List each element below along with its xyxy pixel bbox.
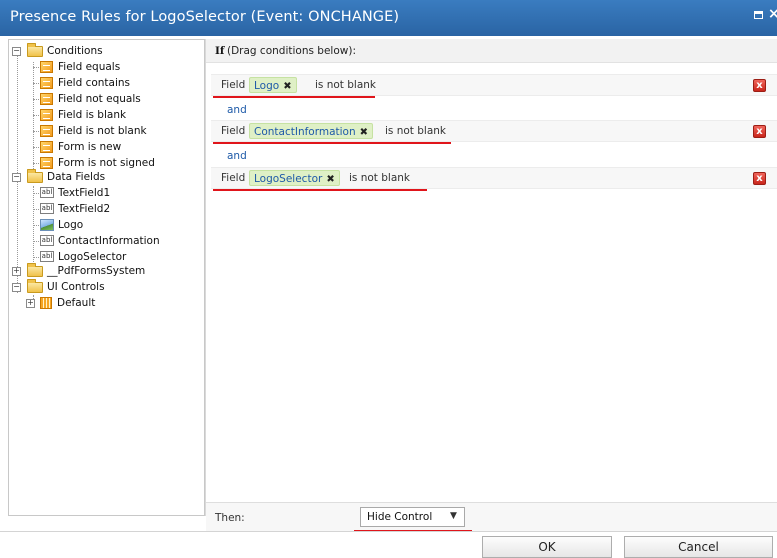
condition-icon	[40, 61, 53, 73]
maximize-icon[interactable]	[754, 11, 763, 19]
then-action-select[interactable]: Hide Control ▼	[360, 507, 465, 527]
text-field-icon: abl	[40, 203, 54, 214]
if-keyword: If	[215, 45, 225, 57]
condition-text: is not blank	[385, 125, 447, 137]
tree-label: TextField1	[58, 187, 111, 199]
tree-label: Data Fields	[47, 171, 106, 183]
and-connector: and	[227, 104, 247, 116]
collapse-icon[interactable]: −	[12, 283, 21, 292]
then-label: Then:	[215, 512, 245, 524]
tree-label: Field equals	[58, 61, 121, 73]
tree-item-logo[interactable]: Logo	[31, 217, 201, 233]
then-action-value: Hide Control	[367, 511, 433, 523]
collapse-icon[interactable]: −	[12, 173, 21, 182]
tree-label: Logo	[58, 219, 84, 231]
tree-node-data-fields[interactable]: − Data Fields	[12, 169, 202, 185]
delete-condition-icon[interactable]: x	[753, 172, 766, 185]
expand-icon[interactable]: +	[12, 267, 21, 276]
remove-field-icon[interactable]: ✖	[326, 174, 334, 185]
tree-item-contactinformation[interactable]: abl ContactInformation	[31, 233, 201, 249]
field-label: Field	[221, 172, 246, 184]
highlight-underline	[213, 189, 427, 191]
control-group-icon	[40, 297, 52, 309]
tree-label: UI Controls	[47, 281, 105, 293]
ok-button[interactable]: OK	[482, 536, 612, 558]
condition-text: is not blank	[349, 172, 411, 184]
remove-field-icon[interactable]: ✖	[283, 81, 291, 92]
tree-item-form-is-new[interactable]: Form is new	[31, 139, 201, 155]
field-chip-logoselector[interactable]: LogoSelector ✖	[249, 170, 340, 186]
tree-label: Form is new	[58, 141, 122, 153]
tree-label: Default	[57, 297, 96, 309]
rule-condition-row[interactable]: Field LogoSelector ✖ is not blank x	[211, 167, 777, 189]
if-header: If (Drag conditions below):	[206, 39, 777, 63]
condition-icon	[40, 93, 53, 105]
condition-icon	[40, 141, 53, 153]
then-bar	[206, 502, 777, 531]
field-chip-label: ContactInformation	[254, 126, 356, 138]
folder-open-icon	[27, 43, 43, 57]
condition-icon	[40, 77, 53, 89]
field-chip-contactinformation[interactable]: ContactInformation ✖	[249, 123, 374, 139]
tree-label: Field is blank	[58, 109, 127, 121]
cancel-button[interactable]: Cancel	[624, 536, 773, 558]
condition-icon	[40, 125, 53, 137]
folder-open-icon	[27, 279, 43, 293]
folder-icon	[27, 263, 43, 277]
field-label: Field	[221, 125, 246, 137]
delete-condition-icon[interactable]: x	[753, 79, 766, 92]
condition-icon	[40, 109, 53, 121]
if-hint: (Drag conditions below):	[227, 45, 356, 57]
text-field-icon: abl	[40, 251, 54, 262]
delete-condition-icon[interactable]: x	[753, 125, 766, 138]
tree-label: Field is not blank	[58, 125, 147, 137]
tree-item-field-not-equals[interactable]: Field not equals	[31, 91, 201, 107]
tree-node-pdfformssystem[interactable]: + __PdfFormsSystem	[12, 263, 202, 279]
and-connector: and	[227, 150, 247, 162]
tree-node-conditions[interactable]: − Conditions	[12, 43, 202, 59]
tree-label: __PdfFormsSystem	[47, 265, 146, 277]
tree-label: Field not equals	[58, 93, 141, 105]
tree-label: Conditions	[47, 45, 103, 57]
text-field-icon: abl	[40, 235, 54, 246]
folder-open-icon	[27, 169, 43, 183]
tree-item-textfield1[interactable]: abl TextField1	[31, 185, 201, 201]
condition-icon	[40, 157, 53, 169]
close-icon[interactable]: ×	[768, 6, 777, 22]
remove-field-icon[interactable]: ✖	[360, 127, 368, 138]
field-label: Field	[221, 79, 246, 91]
collapse-icon[interactable]: −	[12, 47, 21, 56]
tree-item-field-contains[interactable]: Field contains	[31, 75, 201, 91]
rules-drop-area[interactable]: If (Drag conditions below): Field Logo ✖ …	[205, 39, 777, 516]
field-chip-label: Logo	[254, 80, 280, 92]
tree-item-field-equals[interactable]: Field equals	[31, 59, 201, 75]
highlight-underline	[213, 96, 375, 98]
image-field-icon	[40, 219, 54, 231]
field-chip-label: LogoSelector	[254, 173, 323, 185]
field-chip-logo[interactable]: Logo ✖	[249, 77, 297, 93]
tree-item-field-is-blank[interactable]: Field is blank	[31, 107, 201, 123]
dialog-title: Presence Rules for LogoSelector (Event: …	[10, 9, 400, 25]
tree-label: ContactInformation	[58, 235, 160, 247]
highlight-underline	[213, 142, 451, 144]
tree-label: Field contains	[58, 77, 131, 89]
tree-label: TextField2	[58, 203, 111, 215]
rule-condition-row[interactable]: Field Logo ✖ is not blank x	[211, 74, 777, 96]
tree-item-textfield2[interactable]: abl TextField2	[31, 201, 201, 217]
condition-text: is not blank	[315, 79, 377, 91]
tree-node-default[interactable]: + Default	[26, 295, 201, 311]
text-field-icon: abl	[40, 187, 54, 198]
toolbox-tree: − Conditions Field equals Field contains…	[8, 39, 205, 516]
expand-icon[interactable]: +	[26, 299, 35, 308]
rule-condition-row[interactable]: Field ContactInformation ✖ is not blank x	[211, 120, 777, 142]
chevron-down-icon: ▼	[450, 511, 457, 521]
tree-item-field-is-not-blank[interactable]: Field is not blank	[31, 123, 201, 139]
dialog-title-bar[interactable]: Presence Rules for LogoSelector (Event: …	[0, 0, 777, 36]
footer-divider	[0, 531, 777, 532]
tree-node-ui-controls[interactable]: − UI Controls	[12, 279, 202, 295]
